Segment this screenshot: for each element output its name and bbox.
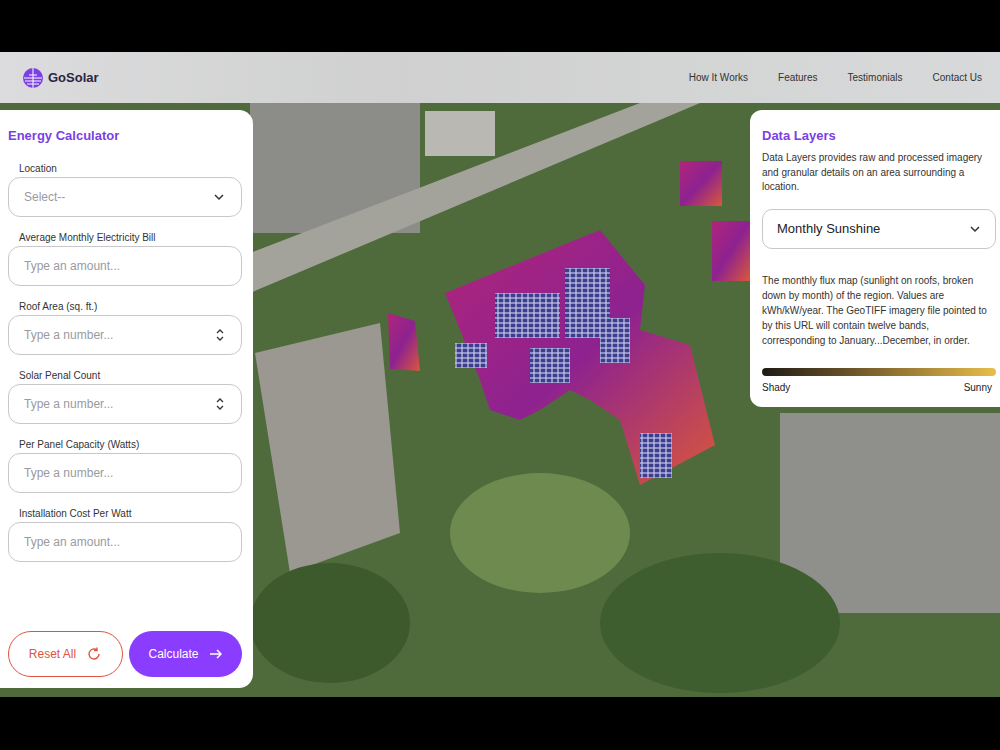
form-field: Per Panel Capacity (Watts) <box>8 439 242 493</box>
solar-panels <box>600 318 630 363</box>
sunshine-roof <box>680 161 722 206</box>
ground <box>0 103 1000 697</box>
field-box[interactable] <box>8 384 242 424</box>
field-input[interactable] <box>22 189 207 205</box>
trees <box>600 553 840 693</box>
field-label: Per Panel Capacity (Watts) <box>8 439 242 450</box>
sunshine-roof <box>712 221 750 281</box>
form-field: Installation Cost Per Watt <box>8 508 242 562</box>
calculator-title: Energy Calculator <box>8 128 242 143</box>
page: GoSolar How It Works Features Testimonials C… <box>0 0 1000 750</box>
brand[interactable]: GoSolar <box>22 67 99 89</box>
form-field: Location <box>8 163 242 217</box>
solar-panels <box>495 293 560 338</box>
chevron-down-icon <box>213 191 225 203</box>
stepper-icon[interactable] <box>215 397 225 411</box>
field-input[interactable] <box>22 258 225 274</box>
solar-panels <box>455 343 487 368</box>
actions: Reset AllCalculate <box>8 631 242 677</box>
fields: Location Average Monthly Electricity Bill… <box>8 163 242 562</box>
nav-link[interactable]: Contact Us <box>933 72 982 83</box>
roof <box>255 323 400 573</box>
field-label: Installation Cost Per Watt <box>8 508 242 519</box>
nav-link[interactable]: Testimonials <box>848 72 903 83</box>
field-box[interactable] <box>8 522 242 562</box>
header: GoSolar How It Works Features Testimonials C… <box>0 52 1000 103</box>
refresh-icon <box>86 646 102 662</box>
sunshine-roof <box>445 230 715 485</box>
sunshine-roof <box>388 313 420 371</box>
field-label: Roof Area (sq. ft.) <box>8 301 242 312</box>
trees <box>250 563 410 683</box>
field-label: Average Monthly Electricity Bill <box>8 232 242 243</box>
arrow-right-icon <box>209 647 223 661</box>
field-box[interactable] <box>8 177 242 217</box>
selected-layer: Monthly Sunshine <box>777 221 880 236</box>
nav-link[interactable]: Features <box>778 72 817 83</box>
lawn <box>450 473 630 593</box>
field-label: Solar Penal Count <box>8 370 242 381</box>
data-layers: Data Layers Data Layers provides raw and … <box>750 110 1000 407</box>
field-input[interactable] <box>22 465 225 481</box>
road <box>250 103 700 293</box>
form-field: Average Monthly Electricity Bill <box>8 232 242 286</box>
reset-button[interactable]: Reset All <box>8 631 123 677</box>
field-input[interactable] <box>22 534 225 550</box>
map-area: Energy Calculator Location Average Monthly… <box>0 103 1000 697</box>
stepper-icon[interactable] <box>215 328 225 342</box>
field-box[interactable] <box>8 453 242 493</box>
nav: How It Works Features Testimonials Contact … <box>689 72 982 83</box>
chevron-down-icon <box>969 223 981 235</box>
layer-select[interactable]: Monthly Sunshine <box>762 209 996 249</box>
field-input[interactable] <box>22 327 209 343</box>
legend-low: Shady <box>762 382 790 393</box>
solar-panels <box>640 433 672 478</box>
legend-high: Sunny <box>964 382 992 393</box>
legend-gradient <box>762 368 996 376</box>
sun-logo-icon <box>22 67 44 89</box>
field-input[interactable] <box>22 396 209 412</box>
field-box[interactable] <box>8 315 242 355</box>
nav-link[interactable]: How It Works <box>689 72 748 83</box>
field-label: Location <box>8 163 242 174</box>
letterbox-bottom <box>0 697 1000 750</box>
layer-info: The monthly flux map (sunlight on roofs,… <box>762 273 996 348</box>
letterbox-top <box>0 0 1000 52</box>
energy-calculator: Energy Calculator Location Average Monthly… <box>0 110 253 688</box>
solar-panels <box>530 348 570 383</box>
layers-title: Data Layers <box>762 128 996 143</box>
field-box[interactable] <box>8 246 242 286</box>
calculate-button[interactable]: Calculate <box>129 631 242 677</box>
form-field: Roof Area (sq. ft.) <box>8 301 242 355</box>
brand-name: GoSolar <box>48 70 99 85</box>
legend: Shady Sunny <box>762 382 996 393</box>
roof <box>425 111 495 156</box>
form-field: Solar Penal Count <box>8 370 242 424</box>
layers-description: Data Layers provides raw and processed i… <box>762 151 996 195</box>
